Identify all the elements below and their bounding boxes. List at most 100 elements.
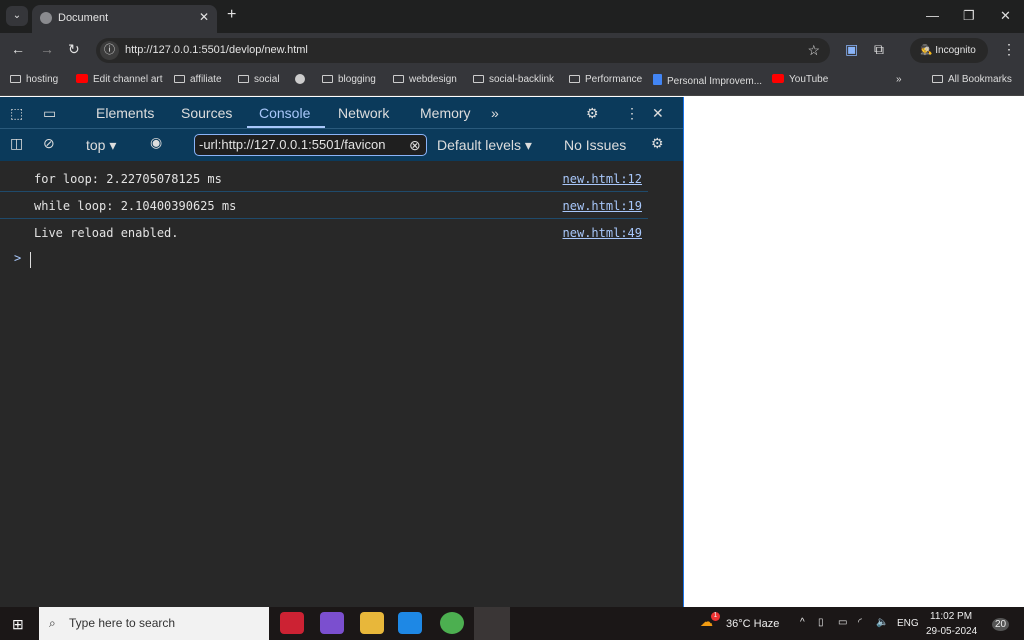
filter-value: -url:http://127.0.0.1:5501/favicon <box>199 137 386 152</box>
folder-icon <box>174 75 185 83</box>
bookmark-item[interactable]: Personal Improvem... <box>653 74 762 87</box>
source-link[interactable]: new.html:12 <box>563 172 642 186</box>
page-viewport[interactable] <box>683 97 1024 607</box>
tab-search-button[interactable]: ⌄ <box>6 6 28 26</box>
bookmark-item[interactable]: hosting <box>10 74 58 85</box>
browser-tab[interactable]: Document ✕ <box>32 5 217 33</box>
docs-icon <box>653 74 662 85</box>
battery-icon[interactable]: ▭ <box>838 617 847 628</box>
message-text: while loop: 2.10400390625 ms <box>34 199 237 213</box>
taskbar-search[interactable]: ⌕ Type here to search <box>39 607 269 640</box>
youtube-icon <box>76 74 88 83</box>
inspect-element-icon[interactable]: ⬚ <box>10 105 23 122</box>
folder-icon <box>473 75 484 83</box>
tab-sources[interactable]: Sources <box>181 105 232 121</box>
new-tab-button[interactable]: + <box>227 6 236 24</box>
clear-filter-icon[interactable]: ⊗ <box>409 137 421 154</box>
levels-value: Default levels <box>437 137 522 153</box>
tab-console[interactable]: Console <box>259 105 310 121</box>
minimize-button[interactable]: — <box>926 8 939 23</box>
file-explorer-icon[interactable] <box>360 612 384 634</box>
bookmark-item[interactable]: social-backlink <box>473 74 554 85</box>
folder-icon <box>932 75 943 83</box>
volume-icon[interactable]: 🔈 <box>876 617 888 628</box>
chrome-icon[interactable] <box>440 612 464 634</box>
sidebar-toggle-icon[interactable]: ◫ <box>10 135 23 152</box>
all-bookmarks-label: All Bookmarks <box>948 74 1012 85</box>
tab-strip: ⌄ Document ✕ + — ❐ ✕ <box>0 0 1024 33</box>
bookmark-item[interactable]: blogging <box>322 74 376 85</box>
notifications-icon[interactable]: 20 <box>992 618 1010 631</box>
reload-button[interactable]: ↻ <box>68 41 80 58</box>
back-button[interactable]: ← <box>11 41 25 57</box>
all-bookmarks-button[interactable]: All Bookmarks <box>932 74 1012 85</box>
context-select[interactable]: top ▾ <box>86 137 116 154</box>
message-text: Live reload enabled. <box>34 226 179 240</box>
filter-input[interactable]: -url:http://127.0.0.1:5501/favicon <box>194 134 427 156</box>
more-tabs-icon[interactable]: » <box>491 105 499 121</box>
live-expression-eye-icon[interactable]: ◉ <box>150 134 162 151</box>
bookmark-label: Personal Improvem... <box>667 76 763 87</box>
settings-icon[interactable]: ⚙ <box>586 105 599 122</box>
bookmark-item[interactable]: Edit channel art <box>76 74 163 85</box>
forward-button[interactable]: → <box>40 41 54 57</box>
language-indicator[interactable]: ENG <box>897 618 919 629</box>
tab-network[interactable]: Network <box>338 105 389 121</box>
bookmark-label: hosting <box>26 74 59 85</box>
bookmark-item[interactable]: social <box>238 74 280 85</box>
close-devtools-icon[interactable]: ✕ <box>652 105 664 122</box>
app-icon-1[interactable] <box>280 612 304 634</box>
close-window-button[interactable]: ✕ <box>1000 8 1011 24</box>
windows-start-icon[interactable]: ⊞ <box>12 616 24 633</box>
tray-chevron-icon[interactable]: ^ <box>800 617 805 628</box>
globe-icon <box>40 12 52 24</box>
search-icon: ⌕ <box>49 616 56 630</box>
folder-icon <box>10 75 21 83</box>
restore-button[interactable]: ❐ <box>963 8 975 24</box>
issues-button[interactable]: No Issues <box>564 137 626 153</box>
bookmark-item[interactable] <box>295 74 310 86</box>
console-input[interactable] <box>30 252 31 268</box>
info-icon[interactable]: ⓘ <box>100 41 119 60</box>
tab-memory[interactable]: Memory <box>420 105 471 121</box>
menu-icon[interactable]: ⋮ <box>1002 41 1016 58</box>
clear-console-icon[interactable]: ⊘ <box>43 135 55 152</box>
more-options-icon[interactable]: ⋮ <box>625 105 639 122</box>
bookmark-item[interactable]: affiliate <box>174 74 222 85</box>
globe-icon <box>295 74 305 84</box>
message-text: for loop: 2.22705078125 ms <box>34 172 222 186</box>
console-settings-icon[interactable]: ⚙ <box>651 135 664 152</box>
clock-date[interactable]: 29-05-2024 <box>926 626 977 637</box>
console-message: for loop: 2.22705078125 ms new.html:12 <box>0 165 648 192</box>
device-toolbar-icon[interactable]: ▭ <box>43 105 56 122</box>
weather-text[interactable]: 36°C Haze <box>726 618 779 630</box>
incognito-badge[interactable]: 🕵 Incognito <box>910 38 988 63</box>
search-placeholder: Type here to search <box>69 616 176 630</box>
folder-icon <box>393 75 404 83</box>
bookmark-label: affiliate <box>190 74 222 85</box>
cast-icon[interactable]: ▣ <box>845 41 858 58</box>
vscode-icon[interactable] <box>398 612 422 634</box>
bookmarks-bar: hosting Edit channel art affiliate social bl… <box>0 66 1024 96</box>
log-levels-select[interactable]: Default levels ▾ <box>437 137 532 154</box>
tab-elements[interactable]: Elements <box>96 105 154 121</box>
weather-badge: 1 <box>711 612 720 621</box>
clock-time[interactable]: 11:02 PM <box>930 611 972 622</box>
chrome-active-icon[interactable] <box>474 607 510 640</box>
meet-icon[interactable]: ▯ <box>818 617 824 628</box>
console-message: while loop: 2.10400390625 ms new.html:19 <box>0 192 648 219</box>
bookmark-item[interactable]: YouTube <box>772 74 828 85</box>
more-bookmarks-icon[interactable]: » <box>896 74 902 85</box>
star-icon[interactable]: ☆ <box>807 42 820 59</box>
wifi-icon[interactable]: ◜ <box>858 617 862 628</box>
address-bar[interactable]: ⓘ http://127.0.0.1:5501/devlop/new.html … <box>96 38 830 63</box>
folder-icon <box>322 75 333 83</box>
bookmark-item[interactable]: webdesign <box>393 74 457 85</box>
visual-studio-icon[interactable] <box>320 612 344 634</box>
source-link[interactable]: new.html:49 <box>563 226 642 240</box>
close-tab-icon[interactable]: ✕ <box>199 10 209 24</box>
source-link[interactable]: new.html:19 <box>563 199 642 213</box>
extensions-icon[interactable]: ⧉ <box>874 41 884 58</box>
bookmark-item[interactable]: Performance <box>569 74 642 85</box>
bookmark-label: social-backlink <box>489 74 555 85</box>
